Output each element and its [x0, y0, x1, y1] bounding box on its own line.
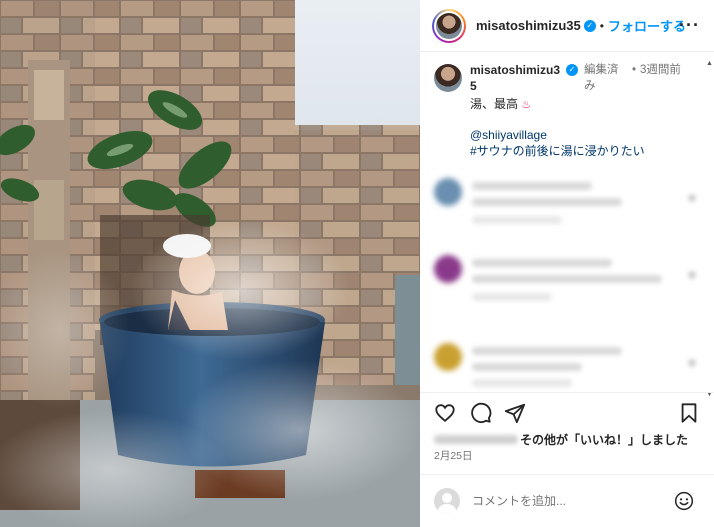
avatar	[436, 12, 462, 39]
likes-summary: その他 が「いいね！」しました	[434, 431, 688, 448]
comment-avatar	[434, 255, 462, 283]
emoji-icon[interactable]	[674, 491, 694, 511]
post-time[interactable]: 3週間前	[640, 62, 690, 94]
comment-text-blurred	[472, 259, 612, 267]
hashtag-link[interactable]: #サウナの前後に湯に浸かりたい	[470, 143, 696, 159]
header-username[interactable]: misatoshimizu35	[476, 18, 581, 33]
comment-text-blurred	[472, 347, 622, 355]
bookmark-icon[interactable]	[678, 402, 700, 424]
header-separator: •	[599, 18, 604, 33]
follow-button[interactable]: フォローする	[608, 16, 686, 35]
post-date[interactable]: 2月25日	[434, 448, 473, 463]
post-caption: misatoshimizu35 ✓ 編集済み • 3週間前 湯、最高 ♨ @sh…	[434, 62, 704, 159]
current-user-avatar-icon	[434, 488, 460, 514]
comment-avatar	[434, 343, 462, 371]
liker-name-blurred[interactable]	[434, 435, 518, 444]
more-options-icon[interactable]: ···	[679, 15, 700, 36]
comment-text-blurred	[472, 275, 662, 283]
comment-meta-blurred	[472, 379, 572, 387]
caption-verified-icon: ✓	[566, 64, 578, 76]
comment-meta-blurred	[472, 293, 552, 301]
comment-meta-blurred	[472, 216, 562, 224]
likes-suffix: が「いいね！」しました	[556, 433, 689, 447]
scroll-up-icon[interactable]: ▲	[706, 60, 713, 67]
comments-scrollbar[interactable]: ▲ ▼	[706, 60, 713, 398]
post-side-panel: misatoshimizu35 ✓ • フォローする ··· misatoshi…	[420, 0, 714, 527]
comment-item[interactable]	[434, 178, 700, 232]
comment-item[interactable]	[434, 255, 700, 309]
likes-others-link[interactable]: その他	[520, 431, 556, 448]
comment-text-blurred	[472, 182, 592, 190]
caption-username[interactable]: misatoshimizu35	[470, 62, 566, 94]
post-header: misatoshimizu35 ✓ • フォローする ···	[420, 0, 714, 52]
onsen-photo	[0, 0, 420, 527]
story-ring-avatar[interactable]	[432, 8, 466, 43]
post-photo[interactable]	[0, 0, 420, 527]
caption-text: 湯、最高	[470, 97, 519, 111]
action-bar	[420, 392, 714, 432]
comment-item[interactable]	[434, 343, 700, 397]
comment-like-icon[interactable]	[688, 194, 696, 202]
onsen-emoji-icon: ♨	[521, 99, 532, 111]
caption-avatar[interactable]	[434, 64, 462, 92]
caption-separator: •	[632, 64, 637, 76]
comment-avatar	[434, 178, 462, 206]
edited-label: 編集済み	[584, 64, 619, 92]
comment-text-blurred	[472, 363, 582, 371]
comment-input[interactable]	[472, 494, 662, 508]
mention-link[interactable]: @shiiyavillage	[470, 127, 696, 143]
comment-like-icon[interactable]	[688, 359, 696, 367]
send-icon[interactable]	[504, 402, 526, 424]
comment-text-blurred	[472, 198, 622, 206]
verified-badge-icon: ✓	[583, 19, 596, 32]
add-comment-bar	[420, 474, 714, 527]
comment-like-icon[interactable]	[688, 271, 696, 279]
heart-icon[interactable]	[434, 402, 456, 424]
comment-icon[interactable]	[470, 402, 492, 424]
